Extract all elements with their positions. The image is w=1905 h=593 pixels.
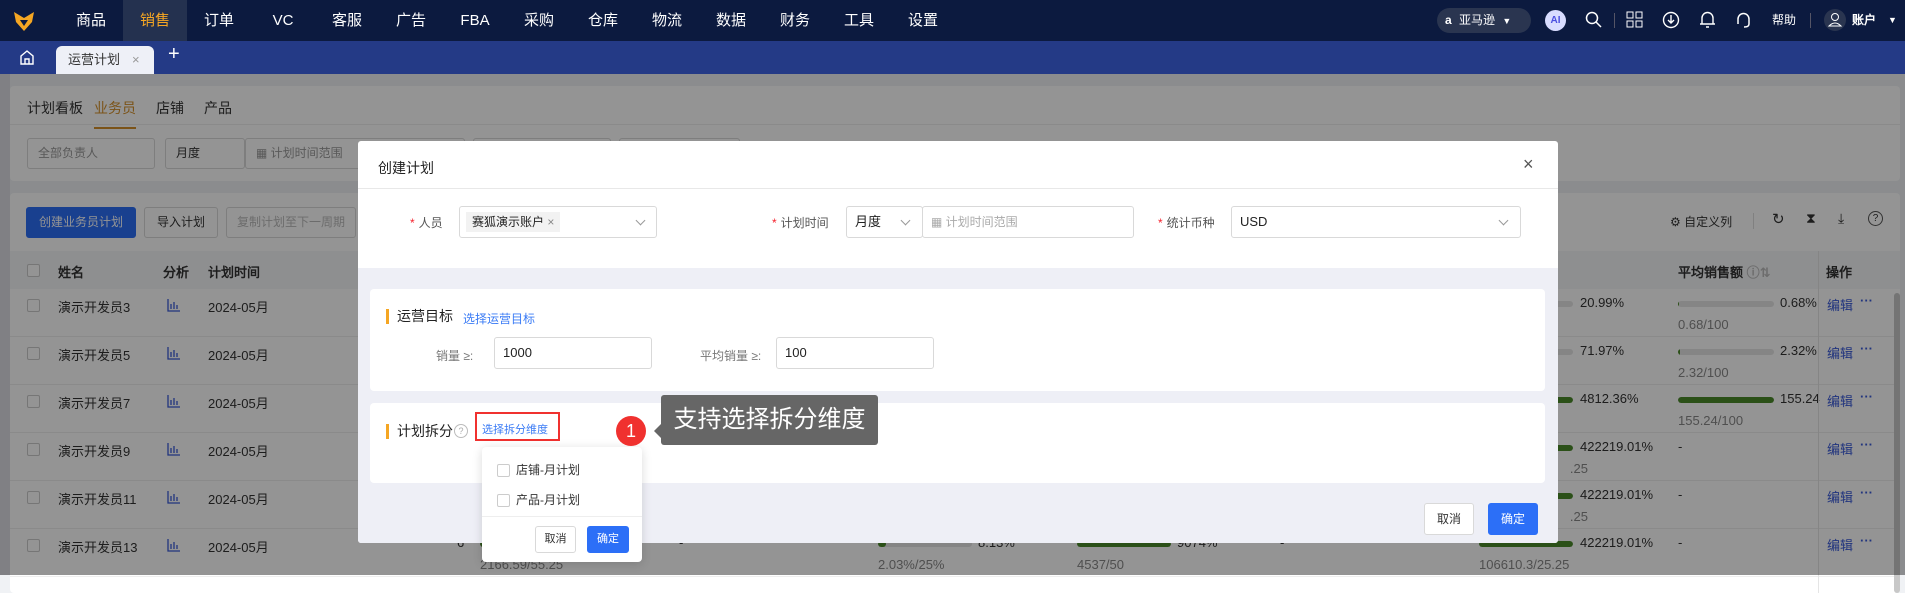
nav-item[interactable]: 广告: [379, 0, 443, 41]
nav-item[interactable]: 客服: [315, 0, 379, 41]
top-nav: 商品 销售 订单 VC 客服 广告 FBA 采购 仓库 物流 数据 财务 工具 设置 a 亚马逊 ▼ AI…: [0, 0, 1905, 41]
nav-item[interactable]: FBA: [443, 0, 507, 41]
headset-icon[interactable]: [1735, 11, 1752, 29]
nav-item[interactable]: 采购: [507, 0, 571, 41]
goal-title: 运营目标: [386, 309, 453, 324]
avg-sales-label: 平均销量 ≥:: [700, 349, 762, 363]
person-label: 人员: [418, 216, 443, 230]
account-menu[interactable]: 账户: [1852, 0, 1876, 41]
nav-item[interactable]: 订单: [187, 0, 251, 41]
help-link[interactable]: 帮助: [1772, 0, 1796, 41]
nav-item[interactable]: VC: [251, 0, 315, 41]
cancel-button[interactable]: 取消: [1424, 503, 1474, 535]
checkbox[interactable]: [497, 464, 510, 478]
dialog-title: 创建计划: [378, 160, 434, 176]
add-tab-button[interactable]: +: [168, 43, 180, 66]
nav-item[interactable]: 销售: [123, 0, 187, 41]
nav-item[interactable]: 设置: [891, 0, 955, 41]
chevron-down-icon: [900, 215, 911, 226]
popover-confirm-button[interactable]: 确定: [587, 526, 629, 553]
close-icon[interactable]: ×: [1523, 154, 1534, 175]
chevron-down-icon: [1498, 215, 1509, 226]
user-icon: [1827, 13, 1843, 27]
person-select[interactable]: 赛狐演示账户 ×: [459, 206, 657, 238]
step-badge: 1: [616, 416, 646, 446]
option-store-monthly[interactable]: 店铺-月计划: [497, 461, 580, 478]
option-label: 店铺-月计划: [516, 463, 580, 477]
nav-item[interactable]: 工具: [827, 0, 891, 41]
popover-cancel-button[interactable]: 取消: [535, 526, 576, 553]
sales-label: 销量 ≥:: [436, 349, 474, 363]
confirm-button[interactable]: 确定: [1488, 503, 1538, 535]
tab-label: 运营计划: [68, 52, 121, 67]
select-split-link[interactable]: 选择拆分维度: [482, 421, 548, 437]
tooltip-arrow: [654, 424, 661, 438]
nav-item[interactable]: 商品: [59, 0, 123, 41]
period-value: 月度: [855, 214, 882, 229]
option-label: 产品-月计划: [516, 493, 580, 507]
currency-value: USD: [1240, 214, 1268, 229]
home-icon[interactable]: [19, 49, 35, 66]
sales-input[interactable]: 1000: [494, 337, 652, 369]
caret-down-icon[interactable]: ▼: [1888, 0, 1897, 41]
plan-range-input[interactable]: ▦ 计划时间范围: [922, 206, 1134, 238]
nav-item[interactable]: 数据: [699, 0, 763, 41]
download-icon[interactable]: [1662, 11, 1680, 29]
person-tag: 赛狐演示账户 ×: [466, 212, 561, 232]
tab-bar: 运营计划 × +: [0, 41, 1905, 74]
ai-button[interactable]: AI: [1545, 10, 1566, 31]
apps-icon[interactable]: [1626, 11, 1643, 28]
tab-operation-plan[interactable]: 运营计划 ×: [56, 46, 154, 74]
search-icon[interactable]: [1585, 11, 1603, 29]
time-label: 计划时间: [780, 216, 829, 230]
currency-select[interactable]: USD: [1231, 206, 1521, 238]
select-goal-link[interactable]: 选择运营目标: [463, 310, 535, 327]
caret-down-icon: ▼: [1502, 16, 1512, 26]
split-title: 计划拆分: [386, 424, 453, 439]
goal-card: 运营目标 选择运营目标 销量 ≥: 1000 平均销量 ≥: 100: [370, 289, 1545, 391]
marketplace-selector[interactable]: a 亚马逊 ▼: [1437, 8, 1531, 33]
divider: [358, 188, 1558, 189]
avg-sales-input[interactable]: 100: [776, 337, 934, 369]
close-icon[interactable]: ×: [132, 46, 140, 74]
nav-item[interactable]: 财务: [763, 0, 827, 41]
divider: [1614, 13, 1615, 28]
amazon-icon: a: [1445, 13, 1452, 27]
annotation-tooltip: 支持选择拆分维度: [661, 395, 878, 445]
currency-label: 统计币种: [1166, 216, 1215, 230]
period-select[interactable]: 月度: [846, 206, 923, 238]
option-product-monthly[interactable]: 产品-月计划: [497, 491, 580, 508]
divider: [1810, 13, 1811, 28]
nav-item[interactable]: 仓库: [571, 0, 635, 41]
range-placeholder: 计划时间范围: [945, 215, 1018, 229]
person-tag-label: 赛狐演示账户: [472, 215, 545, 229]
help-icon[interactable]: ?: [454, 424, 468, 438]
remove-tag-icon[interactable]: ×: [547, 215, 554, 229]
logo-icon[interactable]: [13, 10, 35, 32]
nav-item[interactable]: 物流: [635, 0, 699, 41]
chevron-down-icon: [635, 215, 646, 226]
split-dimension-popover: 店铺-月计划 产品-月计划 取消 确定: [482, 447, 642, 562]
bell-icon[interactable]: [1699, 11, 1716, 29]
avatar[interactable]: [1824, 9, 1846, 31]
divider: [482, 516, 642, 517]
marketplace-label: 亚马逊: [1459, 13, 1496, 27]
calendar-icon: ▦: [931, 215, 946, 229]
checkbox[interactable]: [497, 494, 510, 508]
